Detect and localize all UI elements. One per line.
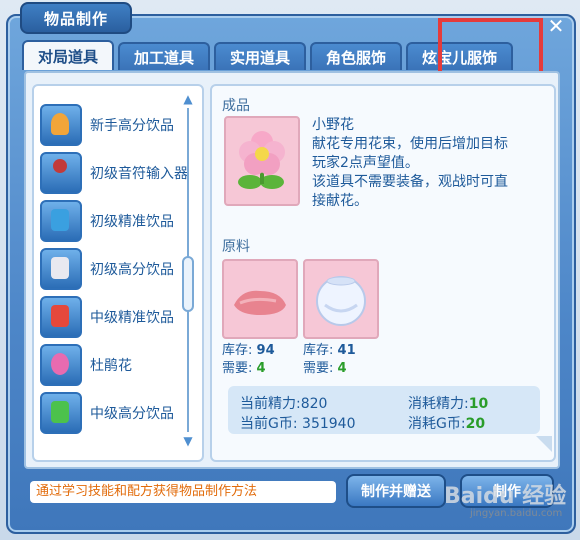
product-desc-line: 接献花。 <box>312 193 368 209</box>
can-icon <box>40 248 82 290</box>
need-label: 需要: <box>222 361 253 376</box>
current-coins-value: 351940 <box>302 416 356 432</box>
current-energy: 当前精力:820 <box>240 393 327 413</box>
page-curl-icon <box>536 436 552 452</box>
flower-icon <box>238 131 285 189</box>
product-name: 小野花 <box>312 117 354 133</box>
scroll-up-icon[interactable]: ▲ <box>181 92 195 106</box>
current-energy-value: 820 <box>300 396 328 412</box>
material-2-stats: 库存: 41 需要: 4 <box>303 342 356 378</box>
energy-cost-value: 10 <box>468 396 489 412</box>
tab-utility-items[interactable]: 实用道具 <box>214 42 307 70</box>
coin-cost-label: 消耗G币: <box>408 416 466 432</box>
recipe-list: 新手高分饮品 初级音符输入器 初级精准饮品 初级高分饮品 中级精准饮品 杜鹃花 … <box>32 84 204 462</box>
product-desc-line: 献花专用花束，使用后增加目标 <box>312 136 508 152</box>
stock-label: 库存: <box>222 343 253 358</box>
need-label: 需要: <box>303 361 334 376</box>
tab-character-outfits[interactable]: 角色服饰 <box>310 42 403 70</box>
current-coins: 当前G币: 351940 <box>240 413 355 433</box>
energy-cost-label: 消耗精力: <box>408 396 469 412</box>
watermark: Baidu 经验 <box>444 484 567 509</box>
list-item[interactable]: 初级精准饮品 <box>40 200 196 242</box>
craft-and-gift-button[interactable]: 制作并赠送 <box>346 474 446 508</box>
current-coins-label: 当前G币: <box>240 416 298 432</box>
product-desc-line: 该道具不需要装备，观战时可直 <box>312 174 508 190</box>
energy-cost: 消耗精力:10 <box>408 393 488 413</box>
need-value: 4 <box>256 361 266 376</box>
list-item[interactable]: 新手高分饮品 <box>40 104 196 146</box>
product-section-label: 成品 <box>222 98 250 114</box>
coin-cost-value: 20 <box>465 416 486 432</box>
scroll-thumb[interactable] <box>182 256 194 312</box>
list-scrollbar[interactable]: ▲ ▼ <box>182 92 194 448</box>
material-slot[interactable] <box>303 259 379 339</box>
list-item[interactable]: 中级高分饮品 <box>40 392 196 434</box>
category-tabs: 对局道具 加工道具 实用道具 角色服饰 炫宝儿服饰 <box>22 40 514 70</box>
joystick-icon <box>40 152 82 194</box>
scroll-down-icon[interactable]: ▼ <box>181 434 195 448</box>
tab-pet-outfits[interactable]: 炫宝儿服饰 <box>406 42 514 70</box>
material-1-stats: 库存: 94 需要: 4 <box>222 342 275 378</box>
window-title: 物品制作 <box>20 2 132 34</box>
list-item[interactable]: 初级高分饮品 <box>40 248 196 290</box>
product-description: 小野花 献花专用花束，使用后增加目标 玩家2点声望值。 该道具不需要装备，观战时… <box>312 116 540 211</box>
product-desc-line: 玩家2点声望值。 <box>312 155 419 171</box>
crafting-hint: 通过学习技能和配方获得物品制作方法 <box>30 481 336 503</box>
coin-cost: 消耗G币:20 <box>408 413 485 433</box>
watermark-url: jingyan.baidu.com <box>470 508 563 519</box>
stock-label: 库存: <box>303 343 334 358</box>
can-icon <box>40 296 82 338</box>
close-icon[interactable]: ✕ <box>546 16 566 36</box>
flower-icon <box>40 344 82 386</box>
list-item[interactable]: 初级音符输入器 <box>40 152 196 194</box>
can-icon <box>40 392 82 434</box>
current-energy-label: 当前精力: <box>240 396 301 412</box>
materials-section-label: 原料 <box>222 239 250 255</box>
bottle-icon <box>40 104 82 146</box>
material-slot[interactable] <box>222 259 298 339</box>
can-icon <box>40 200 82 242</box>
glass-bowl-icon <box>316 276 366 326</box>
tab-match-items[interactable]: 对局道具 <box>22 40 115 70</box>
tab-processing-items[interactable]: 加工道具 <box>118 42 211 70</box>
stock-value: 94 <box>256 343 275 358</box>
list-item[interactable]: 中级精准饮品 <box>40 296 196 338</box>
product-image <box>224 116 300 206</box>
stock-value: 41 <box>337 343 356 358</box>
need-value: 4 <box>337 361 347 376</box>
fabric-icon <box>234 290 286 315</box>
list-item[interactable]: 杜鹃花 <box>40 344 196 386</box>
